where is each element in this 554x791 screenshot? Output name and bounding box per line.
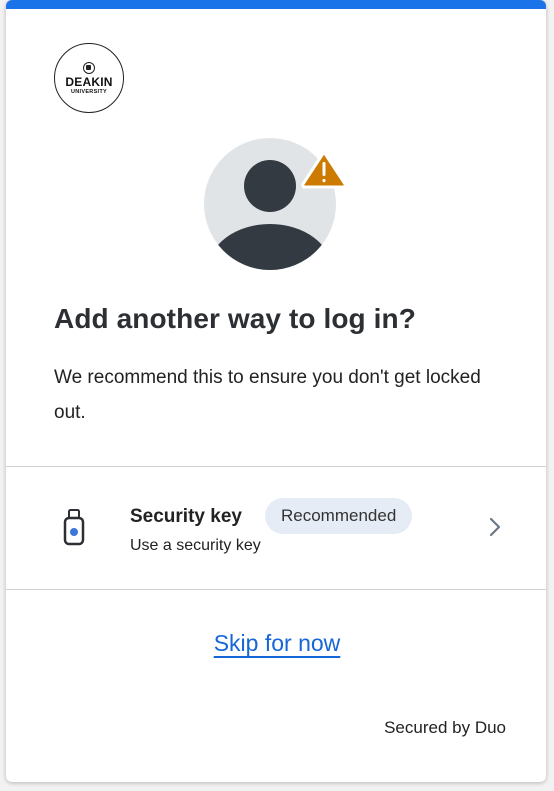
deakin-logo: DEAKIN UNIVERSITY xyxy=(54,43,124,113)
avatar-illustration xyxy=(204,138,346,272)
divider-bottom xyxy=(6,589,546,590)
option-title: Security key xyxy=(130,506,242,527)
chevron-right-icon xyxy=(488,516,502,543)
crest-icon xyxy=(83,61,95,74)
page-title: Add another way to log in? xyxy=(54,303,416,334)
top-accent-bar xyxy=(6,0,546,9)
skip-container: Skip for now xyxy=(0,630,554,657)
recommended-badge: Recommended xyxy=(265,498,413,534)
logo-line-2: UNIVERSITY xyxy=(70,88,107,95)
login-card: DEAKIN UNIVERSITY Add another way to log… xyxy=(6,0,546,782)
secured-by-text: Secured by Duo xyxy=(384,718,506,737)
skip-for-now-link[interactable]: Skip for now xyxy=(214,630,341,656)
user-avatar-icon xyxy=(204,138,346,270)
page-description: We recommend this to ensure you don't ge… xyxy=(54,367,481,423)
logo-line-1: DEAKIN xyxy=(65,74,113,89)
option-subtitle: Use a security key xyxy=(130,537,261,554)
security-key-icon xyxy=(62,508,90,551)
